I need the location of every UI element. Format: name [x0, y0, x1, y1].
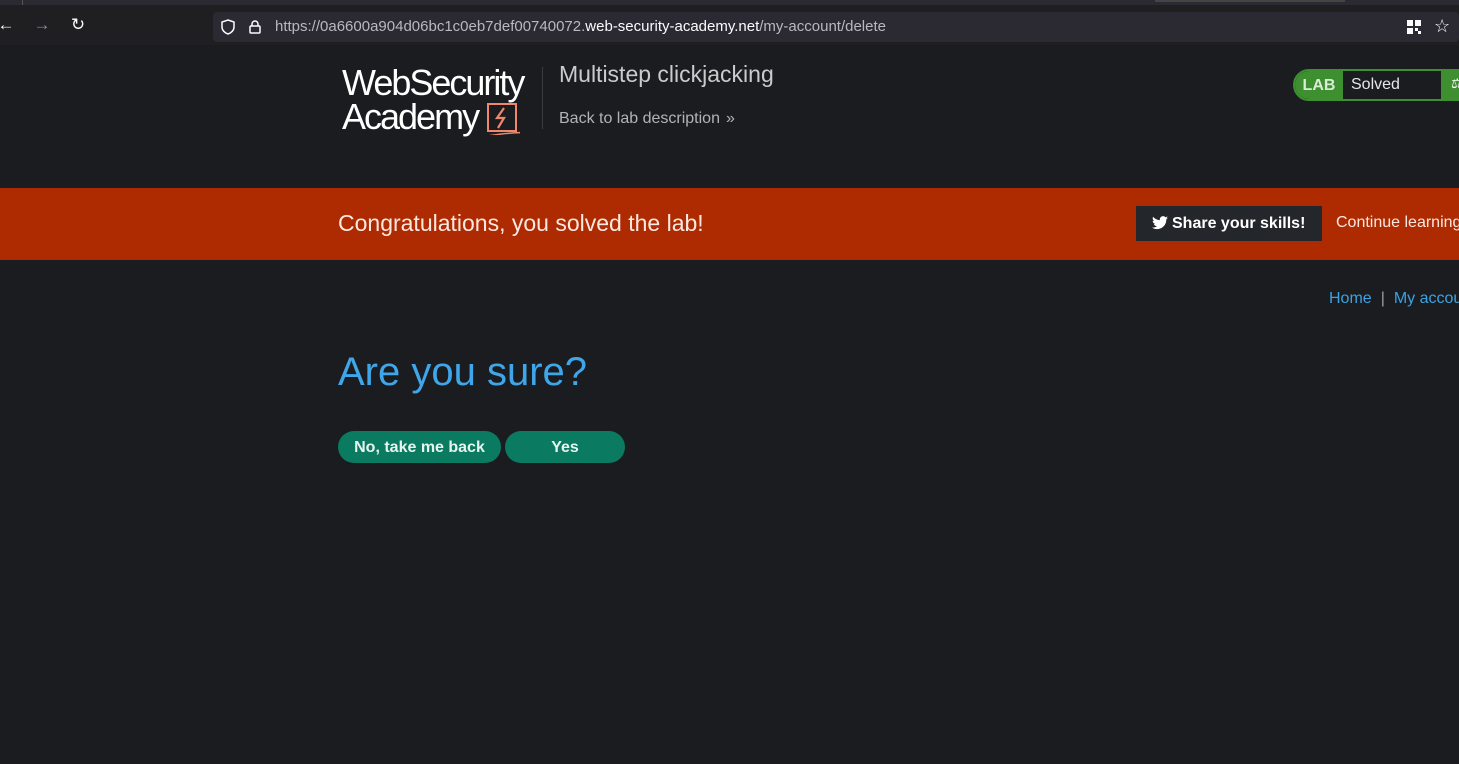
chevron-double-right-icon: » [725, 110, 735, 127]
nav-my-account-link[interactable]: My account [1394, 290, 1459, 307]
reload-icon[interactable]: ↻ [68, 15, 88, 35]
back-to-lab-description-link[interactable]: Back to lab description » [559, 110, 735, 128]
logo-line2: Academy [342, 96, 480, 137]
confirm-heading: Are you sure? [338, 350, 588, 394]
share-skills-button[interactable]: Share your skills! [1136, 206, 1322, 241]
web-security-academy-logo[interactable]: WebSecurity Academy [340, 65, 540, 139]
lock-icon[interactable] [249, 12, 263, 42]
qr-code-icon[interactable] [1406, 19, 1422, 35]
lab-status-text: Solved [1351, 76, 1400, 93]
url-path: /my-account/delete [759, 18, 886, 35]
flask-icon: ⚖ [1451, 75, 1459, 92]
back-arrow-icon[interactable]: ← [0, 15, 16, 35]
lab-header: WebSecurity Academy Multistep clickjacki… [0, 45, 1459, 188]
congratulations-message: Congratulations, you solved the lab! [338, 210, 704, 236]
tab-divider [22, 0, 23, 5]
bookmark-star-icon[interactable]: ☆ [1434, 15, 1450, 37]
url-host: web-security-academy.net [585, 18, 760, 35]
lab-status-widget: LAB Solved ⚖ [1293, 69, 1459, 101]
no-take-me-back-button[interactable]: No, take me back [338, 431, 501, 463]
nav-separator: | [1380, 290, 1385, 307]
yes-delete-button[interactable]: Yes [505, 431, 625, 463]
share-button-label: Share your skills! [1172, 215, 1306, 232]
account-nav: Home | My account [1329, 290, 1459, 308]
url-text[interactable]: https://0a6600a904d06bc1c0eb7def00740072… [275, 12, 886, 42]
tab-strip-edge [1155, 0, 1345, 2]
header-divider [542, 67, 543, 129]
back-link-label: Back to lab description [559, 110, 720, 127]
continue-learning-link[interactable]: Continue learning [1336, 214, 1459, 232]
lab-title: Multistep clickjacking [559, 61, 774, 87]
url-prefix: https://0a6600a904d06bc1c0eb7def00740072… [275, 18, 586, 35]
lab-badge: LAB [1295, 71, 1343, 99]
forward-arrow-icon[interactable]: → [32, 15, 52, 35]
browser-toolbar: ← → ↻ https://0a6600a904d06bc1c0eb7def00… [0, 0, 1459, 45]
solved-banner: Congratulations, you solved the lab! Sha… [0, 188, 1459, 260]
shield-icon[interactable] [221, 12, 237, 42]
flask-button[interactable]: ⚖ [1441, 71, 1459, 99]
bolt-icon [487, 103, 520, 135]
twitter-icon [1152, 216, 1168, 230]
address-bar[interactable]: https://0a6600a904d06bc1c0eb7def00740072… [213, 12, 1459, 42]
nav-home-link[interactable]: Home [1329, 290, 1372, 307]
